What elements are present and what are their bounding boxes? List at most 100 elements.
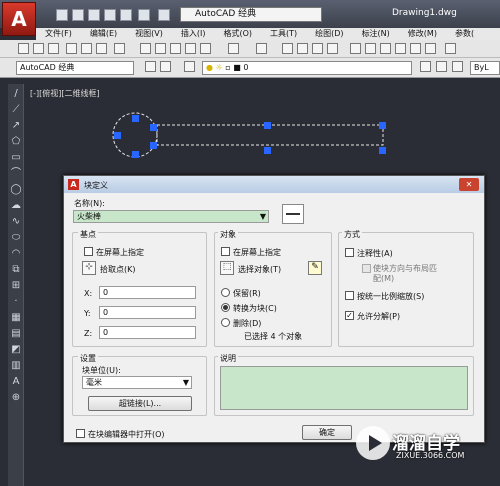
- retain-radio[interactable]: [221, 288, 230, 297]
- cut-icon[interactable]: [140, 43, 151, 54]
- add-selected-icon[interactable]: ⊕: [10, 392, 22, 404]
- menu-tools[interactable]: 工具(T): [261, 28, 306, 40]
- pick-point-button[interactable]: 拾取点(K): [100, 264, 136, 275]
- sheet-set-icon[interactable]: [395, 43, 406, 54]
- quick-select-icon[interactable]: ✎: [308, 261, 322, 275]
- workspace-save-icon[interactable]: [160, 61, 171, 72]
- hyperlink-button[interactable]: 超链接(L)...: [88, 396, 192, 411]
- grip-point[interactable]: [132, 115, 139, 122]
- line-icon[interactable]: /: [10, 88, 22, 100]
- redo-icon[interactable]: [158, 9, 170, 21]
- polygon-icon[interactable]: ⬠: [10, 136, 22, 148]
- open-file-icon[interactable]: [72, 9, 84, 21]
- zoom-realtime-icon[interactable]: [297, 43, 308, 54]
- zoom-window-icon[interactable]: [312, 43, 323, 54]
- region-icon[interactable]: ◩: [10, 344, 22, 356]
- open-icon[interactable]: [33, 43, 44, 54]
- save-icon[interactable]: [48, 43, 59, 54]
- menu-view[interactable]: 视图(V): [126, 28, 172, 40]
- select-objects-button[interactable]: 选择对象(T): [238, 264, 281, 275]
- redo-icon[interactable]: [256, 43, 267, 54]
- undo-icon[interactable]: [138, 9, 150, 21]
- new-file-icon[interactable]: [56, 9, 68, 21]
- layer-manager-icon[interactable]: [184, 61, 195, 72]
- ellipse-arc-icon[interactable]: ◠: [10, 248, 22, 260]
- menu-edit[interactable]: 编辑(E): [81, 28, 126, 40]
- arc-icon[interactable]: ⌒: [10, 168, 22, 180]
- circle-icon[interactable]: ◯: [10, 184, 22, 196]
- spline-icon[interactable]: ∿: [10, 216, 22, 228]
- calculator-icon[interactable]: [425, 43, 436, 54]
- block-editor-icon[interactable]: [200, 43, 211, 54]
- copy-icon[interactable]: [155, 43, 166, 54]
- ok-button[interactable]: 确定: [302, 425, 352, 440]
- menu-modify[interactable]: 修改(M): [399, 28, 446, 40]
- y-coordinate-input[interactable]: 0: [99, 306, 196, 319]
- menu-insert[interactable]: 插入(I): [172, 28, 215, 40]
- objects-onscreen-checkbox[interactable]: [221, 247, 230, 256]
- print-icon[interactable]: [120, 9, 132, 21]
- autocad-logo-icon[interactable]: A: [2, 2, 36, 36]
- grip-point[interactable]: [114, 132, 121, 139]
- menu-draw[interactable]: 绘图(D): [306, 28, 352, 40]
- match-properties-icon[interactable]: [185, 43, 196, 54]
- insert-block-icon[interactable]: ⧉: [10, 264, 22, 276]
- tool-palettes-icon[interactable]: [380, 43, 391, 54]
- scale-uniformly-checkbox[interactable]: [345, 291, 354, 300]
- layer-dropdown[interactable]: ● ☼ ▫ ■ 0: [202, 61, 412, 75]
- table-icon[interactable]: ▥: [10, 360, 22, 372]
- save-as-icon[interactable]: [104, 9, 116, 21]
- preview-icon[interactable]: [81, 43, 92, 54]
- publish-icon[interactable]: [96, 43, 107, 54]
- paste-icon[interactable]: [170, 43, 181, 54]
- grip-point[interactable]: [132, 151, 139, 158]
- polyline-icon[interactable]: ↗: [10, 120, 22, 132]
- menu-format[interactable]: 格式(O): [214, 28, 261, 40]
- block-unit-select[interactable]: 毫米 ▼: [82, 376, 192, 389]
- design-center-icon[interactable]: [365, 43, 376, 54]
- convert-to-block-radio[interactable]: [221, 303, 230, 312]
- undo-icon[interactable]: [228, 43, 239, 54]
- construction-line-icon[interactable]: ⟋: [10, 104, 22, 116]
- grip-point[interactable]: [379, 147, 386, 154]
- close-button[interactable]: ✕: [459, 178, 479, 191]
- annotative-checkbox[interactable]: [345, 248, 354, 257]
- grip-point[interactable]: [379, 122, 386, 129]
- print-icon[interactable]: [66, 43, 77, 54]
- markup-icon[interactable]: [410, 43, 421, 54]
- menu-parametric[interactable]: 参数(: [446, 28, 483, 40]
- point-icon[interactable]: ·: [10, 296, 22, 308]
- pick-point-icon[interactable]: ⊹: [82, 261, 96, 275]
- description-textarea[interactable]: [220, 366, 468, 410]
- grip-point[interactable]: [150, 142, 157, 149]
- menu-file[interactable]: 文件(F): [36, 28, 81, 40]
- zoom-previous-icon[interactable]: [327, 43, 338, 54]
- 3d-icon[interactable]: [114, 43, 125, 54]
- properties-icon[interactable]: [350, 43, 361, 54]
- hatch-icon[interactable]: ▦: [10, 312, 22, 324]
- layer-previous-icon[interactable]: [436, 61, 447, 72]
- z-coordinate-input[interactable]: 0: [99, 326, 196, 339]
- gradient-icon[interactable]: ▤: [10, 328, 22, 340]
- allow-explode-checkbox[interactable]: ✓: [345, 311, 354, 320]
- revision-cloud-icon[interactable]: ☁: [10, 200, 22, 212]
- multiline-text-icon[interactable]: A: [10, 376, 22, 388]
- workspace-select[interactable]: AutoCAD 经典: [16, 61, 134, 75]
- basepoint-onscreen-checkbox[interactable]: [84, 247, 93, 256]
- make-block-icon[interactable]: ⊞: [10, 280, 22, 292]
- grip-point[interactable]: [264, 147, 271, 154]
- help-icon[interactable]: [445, 43, 456, 54]
- select-objects-icon[interactable]: ⬚: [220, 261, 234, 275]
- save-icon[interactable]: [88, 9, 100, 21]
- delete-radio[interactable]: [221, 318, 230, 327]
- grip-point[interactable]: [150, 124, 157, 131]
- color-dropdown[interactable]: ByL: [470, 61, 500, 75]
- new-icon[interactable]: [18, 43, 29, 54]
- workspace-settings-icon[interactable]: [145, 61, 156, 72]
- x-coordinate-input[interactable]: 0: [99, 286, 196, 299]
- grip-point[interactable]: [264, 122, 271, 129]
- rectangle-icon[interactable]: ▭: [10, 152, 22, 164]
- block-name-combobox[interactable]: 火柴棒 ▼: [73, 210, 269, 223]
- menu-dimension[interactable]: 标注(N): [353, 28, 399, 40]
- match-orientation-checkbox[interactable]: [362, 264, 371, 273]
